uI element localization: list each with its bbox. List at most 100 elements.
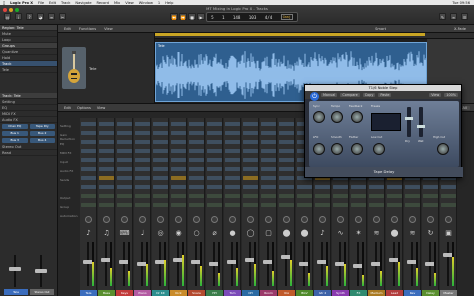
strip-slot[interactable]	[99, 122, 114, 126]
pan-knob[interactable]	[193, 216, 200, 223]
pan-knob[interactable]	[247, 216, 254, 223]
sync-knob[interactable]	[313, 111, 325, 123]
lfo-knob[interactable]	[313, 143, 325, 155]
strip-slot[interactable]	[423, 203, 438, 207]
strip-slot[interactable]	[243, 176, 258, 180]
strip-slot[interactable]	[279, 203, 294, 207]
strip-slot[interactable]	[441, 185, 456, 189]
strip-slot[interactable]	[315, 194, 330, 198]
strip-slot[interactable]	[135, 167, 150, 171]
inspector-send-1[interactable]: Bus 1	[2, 131, 28, 136]
channel-name[interactable]: Tele	[80, 290, 97, 296]
strip-slot[interactable]	[153, 185, 168, 189]
strip-slot[interactable]	[225, 185, 240, 189]
channel-name[interactable]: Delay	[422, 290, 439, 296]
strip-slot[interactable]	[225, 194, 240, 198]
strip-slot[interactable]	[207, 176, 222, 180]
pan-knob[interactable]	[373, 216, 380, 223]
strip-slot[interactable]	[189, 122, 204, 126]
strip-slot[interactable]	[261, 140, 276, 144]
tracks-menu-functions[interactable]: Functions	[79, 27, 96, 31]
strip-slot[interactable]	[189, 176, 204, 180]
channel-name[interactable]: Snare	[188, 290, 205, 296]
dry-slider[interactable]	[405, 107, 413, 137]
app-menu[interactable]: Logic Pro X	[10, 1, 33, 5]
strip-slot[interactable]	[117, 176, 132, 180]
strip-slot[interactable]	[369, 203, 384, 207]
channel-name[interactable]: OH	[242, 290, 259, 296]
strip-slot[interactable]	[171, 167, 186, 171]
strip-slot[interactable]	[153, 140, 168, 144]
compare-button[interactable]: Compare	[340, 93, 360, 97]
paste-button[interactable]: Paste	[378, 93, 392, 97]
strip-slot[interactable]	[207, 167, 222, 171]
pan-knob[interactable]	[121, 216, 128, 223]
strip-slot[interactable]	[315, 185, 330, 189]
tracks-menu-edit[interactable]: Edit	[64, 27, 71, 31]
strip-slot[interactable]	[243, 140, 258, 144]
strip-slot[interactable]	[243, 158, 258, 162]
strip-slot[interactable]	[117, 140, 132, 144]
strip-slot[interactable]	[225, 176, 240, 180]
strip-slot[interactable]	[387, 203, 402, 207]
strip-slot[interactable]	[387, 194, 402, 198]
pan-knob[interactable]	[445, 216, 452, 223]
inspector-send-3[interactable]: Bus 3	[2, 138, 28, 143]
pan-knob[interactable]	[427, 216, 434, 223]
strip-slot[interactable]	[153, 149, 168, 153]
strip-slot[interactable]	[189, 140, 204, 144]
tracks-menu-view[interactable]: View	[104, 27, 113, 31]
strip-slot[interactable]	[81, 158, 96, 162]
strip-slot[interactable]	[369, 194, 384, 198]
cycle-region[interactable]	[155, 33, 425, 36]
strip-slot[interactable]	[279, 194, 294, 198]
strip-slot[interactable]	[135, 149, 150, 153]
channel-name[interactable]: Kick	[170, 290, 187, 296]
strip-slot[interactable]	[405, 203, 420, 207]
channel-name[interactable]: Bass	[98, 290, 115, 296]
strip-slot[interactable]	[189, 158, 204, 162]
menu-window[interactable]: Window	[139, 1, 153, 5]
strip-slot[interactable]	[171, 185, 186, 189]
strip-slot[interactable]	[261, 185, 276, 189]
preset-menu[interactable]: Manual	[321, 93, 338, 97]
strip-slot[interactable]	[117, 194, 132, 198]
strip-slot[interactable]	[207, 122, 222, 126]
strip-slot[interactable]	[117, 122, 132, 126]
strip-slot[interactable]	[189, 131, 204, 135]
track-header-tele[interactable]: Tele	[58, 33, 154, 103]
channel-name[interactable]: Master	[440, 290, 457, 296]
strip-slot[interactable]	[117, 167, 132, 171]
menu-record[interactable]: Record	[97, 1, 109, 5]
strip-slot[interactable]	[189, 167, 204, 171]
strip-slot[interactable]	[99, 176, 114, 180]
strip-slot[interactable]	[99, 158, 114, 162]
strip-slot[interactable]	[207, 158, 222, 162]
smart-controls-button[interactable]: ◕	[37, 13, 44, 20]
inspector-send-2[interactable]: Bus 2	[29, 131, 55, 136]
channel-name[interactable]: Room	[260, 290, 277, 296]
strip-slot[interactable]	[153, 203, 168, 207]
strip-slot[interactable]	[135, 176, 150, 180]
play-icon[interactable]: ▶	[197, 13, 205, 20]
rewind-icon[interactable]: ⏪	[170, 13, 178, 20]
strip-slot[interactable]	[369, 185, 384, 189]
strip-slot[interactable]	[81, 149, 96, 153]
strip-slot[interactable]	[81, 185, 96, 189]
fader-track[interactable]	[447, 242, 449, 286]
strip-slot[interactable]	[171, 158, 186, 162]
channel-name[interactable]: Rev	[404, 290, 421, 296]
strip-slot[interactable]	[261, 131, 276, 135]
channel-name[interactable]: HH	[206, 290, 223, 296]
strip-slot[interactable]	[135, 203, 150, 207]
strip-slot[interactable]	[171, 122, 186, 126]
pan-knob[interactable]	[85, 216, 92, 223]
strip-slot[interactable]	[351, 203, 366, 207]
strip-slot[interactable]	[225, 158, 240, 162]
lcd-display[interactable]: 5 1 148 103 4/4 Cmaj	[206, 12, 298, 22]
inspector-button[interactable]: i	[15, 13, 22, 20]
strip-slot[interactable]	[387, 185, 402, 189]
fader-track[interactable]	[123, 242, 125, 286]
pan-knob[interactable]	[103, 216, 110, 223]
strip-slot[interactable]	[243, 131, 258, 135]
